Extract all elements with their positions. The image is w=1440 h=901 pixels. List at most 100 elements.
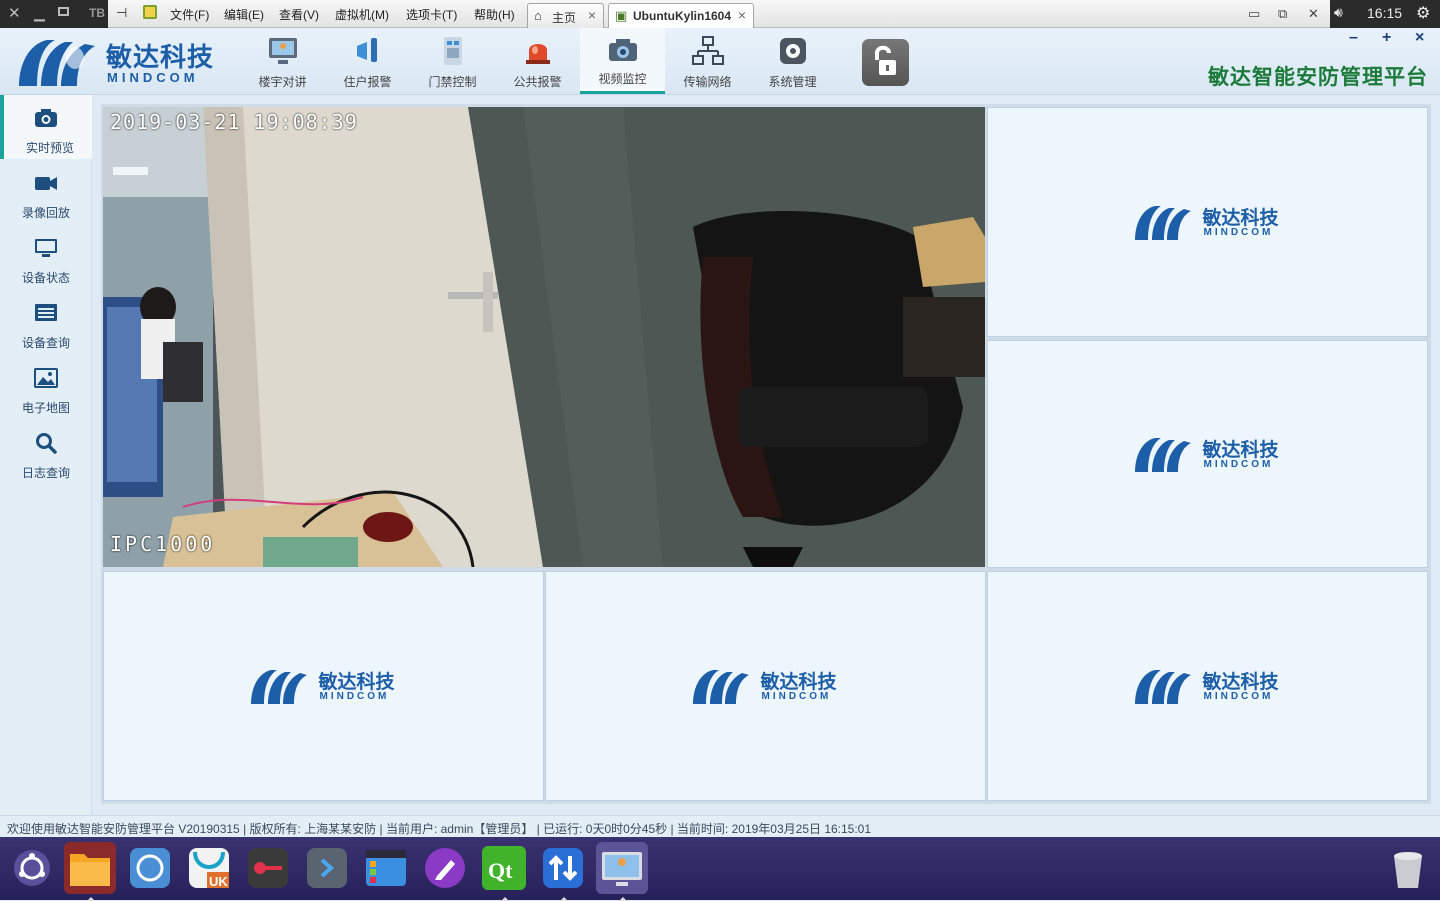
menu-file[interactable]: 文件(F) (170, 6, 209, 23)
vm-tb-label: TB (89, 6, 105, 20)
nav-transport-network[interactable]: 传输网络 (665, 28, 750, 94)
access-control-icon (444, 37, 462, 65)
mindcom-mark-icon (1134, 438, 1191, 472)
home-icon: ⌂ (534, 8, 542, 23)
placeholder-logo-cn: 敏达科技 (760, 672, 837, 693)
video-channel-2[interactable]: 敏达科技 MINDCOM (987, 107, 1428, 337)
nav-access-control[interactable]: 门禁控制 (410, 28, 495, 94)
nav-label: 系统管理 (768, 75, 817, 89)
app-header: 敏达科技 MINDCOM 楼宇对讲 住户报警 门禁控制 公共报警 视频监控 传输… (0, 28, 1440, 95)
logo-en: MINDCOM (107, 70, 199, 85)
app-close-button[interactable]: × (1415, 29, 1424, 47)
placeholder-logo: 敏达科技 MINDCOM (1133, 666, 1283, 706)
minimize-icon[interactable]: ▁ (34, 5, 45, 22)
nav-video-monitor[interactable]: 视频监控 (580, 28, 665, 94)
vm-window-controls: ✕ ▁ TB (0, 0, 108, 28)
network-icon (692, 36, 724, 65)
sidebar-item-log-query[interactable]: 日志查询 (0, 420, 92, 484)
sidebar-item-playback[interactable]: 录像回放 (0, 160, 92, 224)
mindcom-mark-icon (250, 670, 307, 704)
volume-icon[interactable]: 🔊︎ (1334, 4, 1343, 21)
menu-tabs[interactable]: 选项卡(T) (406, 6, 457, 23)
nav-public-alarm[interactable]: 公共报警 (495, 28, 580, 94)
menu-help[interactable]: 帮助(H) (474, 6, 515, 23)
close-tab-icon[interactable]: × (738, 7, 746, 23)
dock-transfer[interactable] (537, 842, 589, 901)
dock-terminal[interactable] (301, 842, 353, 894)
nav-building-intercom[interactable]: 楼宇对讲 (240, 28, 325, 94)
nav-label: 住户报警 (343, 75, 392, 89)
placeholder-logo-en: MINDCOM (319, 691, 390, 702)
maximize-icon[interactable] (58, 7, 69, 16)
minimize-icon[interactable]: ▭ (1248, 6, 1260, 22)
running-indicator (501, 897, 509, 901)
nav-resident-alarm[interactable]: 住户报警 (325, 28, 410, 94)
dock-text-editor[interactable] (419, 842, 471, 894)
close-icon[interactable]: ✕ (1308, 6, 1319, 22)
unlock-icon (875, 45, 896, 75)
placeholder-logo-cn: 敏达科技 (1202, 208, 1279, 229)
dock-trash[interactable] (1382, 842, 1434, 894)
placeholder-logo-en: MINDCOM (1203, 227, 1274, 238)
close-icon[interactable]: ✕ (8, 4, 21, 22)
vmware-titlebar: ✕ ▁ TB ⊣ 文件(F) 编辑(E) 查看(V) 虚拟机(M) 选项卡(T)… (0, 0, 1440, 28)
dock-recorder[interactable] (242, 842, 294, 894)
kylin-logo-icon (14, 850, 50, 886)
video-channel-6[interactable]: 敏达科技 MINDCOM (987, 571, 1428, 801)
video-grid: 2019-03-21 19:08:39 IPC1000 敏达科技 MINDCOM… (101, 104, 1431, 804)
sidebar-item-device-query[interactable]: 设备查询 (0, 290, 92, 354)
nav-label: 楼宇对讲 (258, 75, 307, 89)
list-icon (35, 304, 57, 321)
settings-icon[interactable]: ⚙ (1416, 3, 1430, 23)
status-bar: 欢迎使用敏达智能安防管理平台 V20190315 | 版权所有: 上海某某安防 … (0, 815, 1440, 837)
trash-icon (1394, 852, 1422, 888)
placeholder-logo-en: MINDCOM (1203, 691, 1274, 702)
video-channel-5[interactable]: 敏达科技 MINDCOM (545, 571, 986, 801)
placeholder-logo-en: MINDCOM (1203, 459, 1274, 470)
sidebar-item-electronic-map[interactable]: 电子地图 (0, 355, 92, 419)
dock-files[interactable] (64, 842, 116, 901)
menu-edit[interactable]: 编辑(E) (224, 6, 264, 23)
dock-qt-creator[interactable]: Qt (478, 842, 530, 901)
tab-home[interactable]: ⌂ 主页 × (527, 3, 604, 28)
system-tray: 🔊︎ 16:15 ⚙ (1330, 0, 1440, 28)
placeholder-logo-cn: 敏达科技 (1202, 672, 1279, 693)
nav-label: 视频监控 (598, 72, 647, 86)
menu-view[interactable]: 查看(V) (279, 6, 319, 23)
osd-camera-name: IPC1000 (110, 532, 216, 556)
video-channel-3[interactable]: 敏达科技 MINDCOM (987, 340, 1428, 568)
app-minimize-button[interactable]: – (1349, 29, 1358, 47)
uk-store-icon: UK (189, 848, 229, 889)
nav-system-management[interactable]: 系统管理 (750, 28, 835, 94)
video-channel-1[interactable]: 2019-03-21 19:08:39 IPC1000 (103, 107, 985, 567)
app-store-icon (366, 850, 406, 886)
dock-security-platform[interactable] (596, 842, 648, 901)
power-icon[interactable] (143, 5, 157, 19)
mindcom-mark-icon (1134, 670, 1191, 704)
restore-icon[interactable]: ⧉ (1278, 6, 1287, 22)
video-channel-4[interactable]: 敏达科技 MINDCOM (103, 571, 544, 801)
sidebar: 实时预览 录像回放 设备状态 设备查询 电子地图 日志查询 (0, 95, 92, 815)
app-title: 敏达智能安防管理平台 (1208, 66, 1428, 89)
mindcom-mark-icon (692, 670, 749, 704)
placeholder-logo: 敏达科技 MINDCOM (1133, 202, 1283, 242)
app-maximize-button[interactable]: + (1382, 29, 1391, 47)
map-image-icon (34, 368, 58, 388)
close-tab-icon[interactable]: × (588, 7, 596, 23)
dock-start-button[interactable] (6, 842, 58, 894)
menu-vm[interactable]: 虚拟机(M) (335, 6, 389, 23)
placeholder-logo: 敏达科技 MINDCOM (1133, 434, 1283, 474)
tab-home-label: 主页 (552, 11, 577, 25)
record-icon (248, 848, 288, 888)
dock-browser[interactable] (124, 842, 176, 894)
running-indicator (560, 897, 568, 901)
svg-text:UK: UK (209, 874, 228, 889)
dock-app-store[interactable] (360, 842, 412, 894)
sidebar-item-live-preview[interactable]: 实时预览 (0, 95, 92, 159)
sidebar-item-device-status[interactable]: 设备状态 (0, 225, 92, 289)
placeholder-logo-cn: 敏达科技 (318, 672, 395, 693)
pin-icon[interactable]: ⊣ (116, 5, 127, 21)
lock-button[interactable] (862, 39, 909, 86)
tab-ubuntukylin[interactable]: ▣ UbuntuKylin1604 × (608, 3, 754, 28)
dock-software-center[interactable]: UK (183, 842, 235, 894)
